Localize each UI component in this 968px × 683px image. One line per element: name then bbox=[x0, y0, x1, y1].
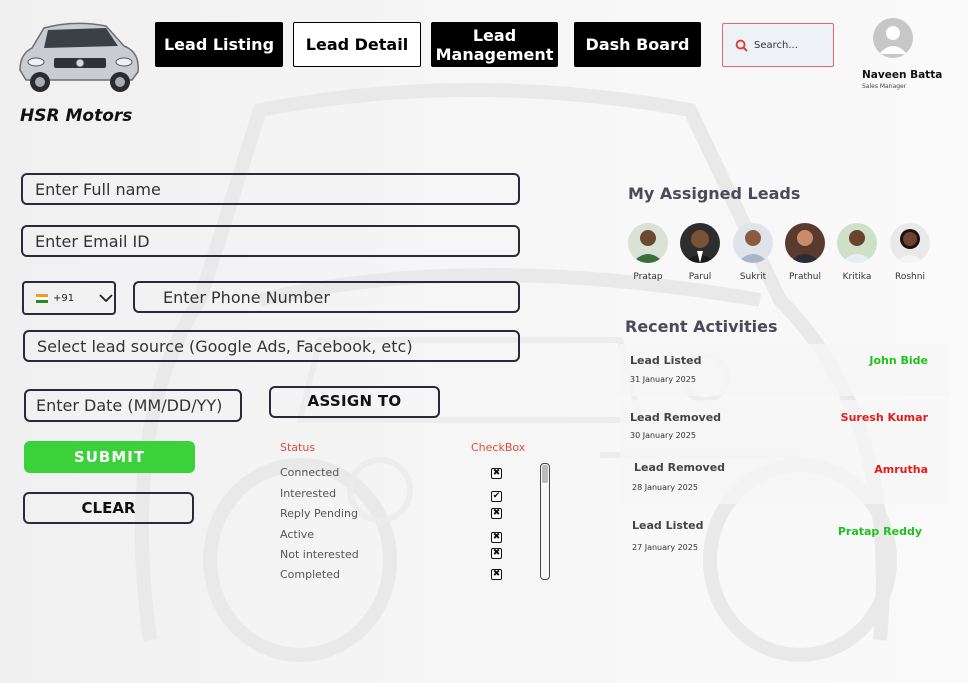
activity-row bbox=[620, 344, 950, 396]
clear-button[interactable]: CLEAR bbox=[23, 492, 194, 524]
india-flag-icon bbox=[36, 293, 48, 303]
activity-date: 30 January 2025 bbox=[630, 431, 696, 440]
activity-date: 27 January 2025 bbox=[632, 543, 698, 552]
lead-avatar-kritika[interactable] bbox=[837, 223, 877, 263]
active-checkbox[interactable]: ✖ bbox=[491, 532, 502, 543]
activity-person[interactable]: Suresh Kumar bbox=[820, 411, 928, 424]
checkbox-header: CheckBox bbox=[471, 441, 526, 454]
activity-person[interactable]: Amrutha bbox=[840, 463, 928, 476]
nav-lead-management-button[interactable]: Lead Management bbox=[431, 22, 558, 67]
search-box[interactable] bbox=[722, 23, 834, 67]
lead-name-pratap: Pratap bbox=[633, 272, 663, 282]
status-label-connected: Connected bbox=[280, 466, 340, 479]
activity-person[interactable]: John Bide bbox=[840, 354, 928, 367]
status-scrollbar[interactable] bbox=[540, 463, 550, 580]
assign-to-button[interactable]: ASSIGN TO bbox=[269, 386, 440, 418]
nav-dashboard-button[interactable]: Dash Board bbox=[574, 22, 701, 67]
lead-name-kritika: Kritika bbox=[842, 272, 872, 282]
status-header: Status bbox=[280, 441, 316, 454]
lead-name-sukrit: Sukrit bbox=[739, 272, 767, 282]
country-code-value: +91 bbox=[53, 292, 75, 304]
activity-row bbox=[620, 452, 950, 504]
status-label-completed: Completed bbox=[280, 568, 340, 581]
lead-avatar-roshni[interactable] bbox=[890, 223, 930, 263]
user-name: Naveen Batta bbox=[862, 69, 943, 81]
lead-avatar-parul[interactable] bbox=[680, 223, 720, 263]
scrollbar-thumb[interactable] bbox=[542, 465, 548, 483]
activity-row bbox=[620, 400, 950, 452]
submit-button[interactable]: SUBMIT bbox=[24, 441, 195, 473]
lead-name-prathul: Prathul bbox=[789, 272, 821, 282]
chevron-down-icon bbox=[99, 294, 113, 302]
status-label-reply-pending: Reply Pending bbox=[280, 507, 358, 520]
recent-activities-title: Recent Activities bbox=[625, 317, 778, 336]
email-input[interactable] bbox=[21, 225, 520, 257]
brand-name: HSR Motors bbox=[20, 106, 133, 126]
status-label-active: Active bbox=[280, 528, 315, 541]
activity-date: 28 January 2025 bbox=[632, 483, 698, 492]
connected-checkbox[interactable]: ✖ bbox=[491, 468, 502, 479]
nav-lead-listing-button[interactable]: Lead Listing bbox=[155, 22, 283, 67]
lead-source-select[interactable] bbox=[23, 330, 520, 362]
lead-avatar-prathul[interactable] bbox=[785, 223, 825, 263]
status-label-not-interested: Not interested bbox=[280, 548, 359, 561]
activity-action: Lead Listed bbox=[630, 354, 702, 367]
lead-name-roshni: Roshni bbox=[895, 272, 925, 282]
user-role: Sales Manager bbox=[862, 83, 907, 90]
country-code-select[interactable]: +91 bbox=[22, 281, 116, 315]
user-avatar-icon[interactable] bbox=[873, 18, 913, 58]
search-input[interactable] bbox=[754, 39, 824, 51]
logo-car-icon bbox=[19, 22, 139, 92]
activity-action: Lead Listed bbox=[632, 519, 704, 532]
nav-lead-detail-button[interactable]: Lead Detail bbox=[293, 22, 421, 67]
activity-date: 31 January 2025 bbox=[630, 375, 696, 384]
reply-pending-checkbox[interactable]: ✖ bbox=[491, 508, 502, 519]
activity-action: Lead Removed bbox=[634, 461, 726, 474]
lead-avatar-sukrit[interactable] bbox=[733, 223, 773, 263]
not-interested-checkbox[interactable]: ✖ bbox=[491, 548, 502, 559]
full-name-input[interactable] bbox=[21, 173, 520, 205]
activity-person[interactable]: Pratap Reddy bbox=[820, 525, 922, 538]
search-icon bbox=[735, 39, 748, 52]
lead-name-parul: Parul bbox=[688, 272, 712, 282]
phone-input[interactable] bbox=[133, 281, 520, 313]
assigned-leads-title: My Assigned Leads bbox=[628, 184, 801, 203]
lead-avatar-pratap[interactable] bbox=[628, 223, 668, 263]
completed-checkbox[interactable]: ✖ bbox=[491, 569, 502, 580]
activity-action: Lead Removed bbox=[630, 411, 722, 424]
interested-checkbox[interactable]: ✔ bbox=[491, 491, 502, 502]
date-input[interactable] bbox=[24, 389, 242, 422]
status-label-interested: Interested bbox=[280, 487, 337, 500]
